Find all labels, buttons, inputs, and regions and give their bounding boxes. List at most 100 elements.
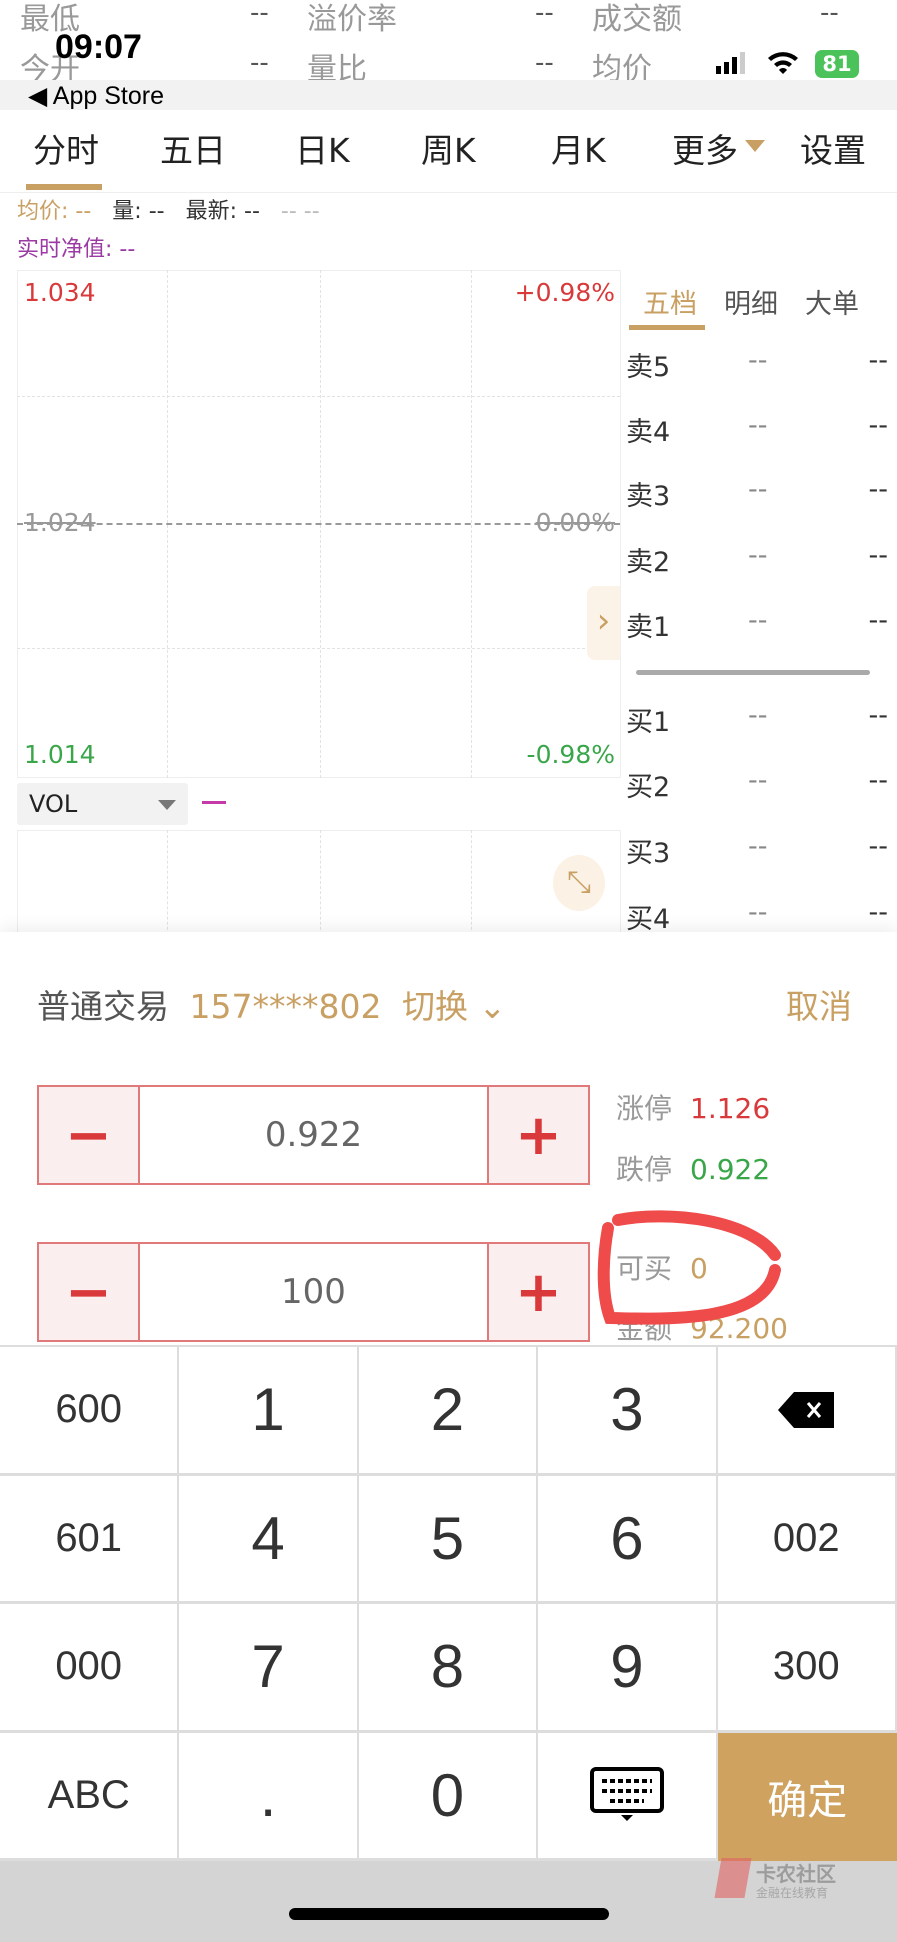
key-4[interactable]: 4 — [179, 1475, 359, 1604]
high-pct-label: +0.98% — [514, 278, 615, 307]
buy-row-1: 买1 -- -- — [626, 700, 888, 738]
sell-row-1: 卖1 -- -- — [626, 605, 888, 643]
sell-row-5: 卖5 -- -- — [626, 345, 888, 383]
tab-monthly-k[interactable]: 月K — [551, 124, 606, 172]
switch-account-button[interactable]: 切换 ⌄ — [402, 987, 506, 1026]
quote-label: 成交额 — [592, 2, 682, 37]
key-002[interactable]: 002 — [717, 1475, 897, 1604]
price-increase-button[interactable]: + — [489, 1087, 588, 1183]
vol-value: -- — [148, 199, 165, 224]
trade-mode: 普通交易 — [37, 987, 169, 1026]
numeric-keyboard: 600 1 2 3 601 4 5 6 002 000 7 8 9 300 AB… — [0, 1345, 897, 1861]
buy-row-2: 买2 -- -- — [626, 765, 888, 803]
vol-label: 量: — [112, 199, 142, 224]
home-indicator[interactable] — [289, 1908, 609, 1920]
key-6[interactable]: 6 — [538, 1475, 718, 1604]
limit-down: 跌停 0.922 — [616, 1153, 771, 1186]
tab-weekly-k[interactable]: 周K — [421, 124, 476, 172]
key-2[interactable]: 2 — [358, 1347, 539, 1476]
key-dot[interactable]: . — [179, 1732, 359, 1861]
prev-close-line — [17, 523, 620, 525]
tab-details[interactable]: 明细 — [724, 282, 778, 321]
buy-row-3: 买3 -- -- — [626, 831, 888, 869]
tab-intraday[interactable]: 分时 — [33, 124, 99, 172]
latest-value: -- — [244, 199, 260, 224]
hide-keyboard-key[interactable] — [538, 1732, 718, 1861]
quantity-stepper: − 100 + — [37, 1242, 590, 1342]
signal-icon — [716, 52, 746, 74]
more-dropdown-icon — [745, 140, 765, 152]
low-price-label: 1.014 — [24, 740, 96, 769]
key-3[interactable]: 3 — [538, 1347, 718, 1476]
key-7[interactable]: 7 — [179, 1604, 359, 1733]
expand-panel-chevron-icon[interactable]: › — [587, 586, 620, 660]
quote-value: -- — [250, 48, 269, 78]
nav-label: 实时净值: — [17, 237, 113, 262]
quote-value: -- — [535, 48, 554, 78]
quantity-decrease-button[interactable]: − — [39, 1244, 138, 1340]
key-8[interactable]: 8 — [358, 1604, 539, 1733]
volume-chart[interactable] — [17, 830, 621, 940]
backspace-icon — [778, 1391, 835, 1428]
fullscreen-icon[interactable]: ⤡ — [553, 855, 605, 911]
latest-change: -- -- — [280, 199, 320, 224]
tab-more[interactable]: 更多 — [672, 124, 738, 172]
chevron-down-icon: ⌄ — [478, 987, 507, 1026]
key-300[interactable]: 300 — [717, 1604, 897, 1733]
key-000[interactable]: 000 — [0, 1604, 180, 1733]
sell-row-3: 卖3 -- -- — [626, 474, 888, 512]
sell-row-2: 卖2 -- -- — [626, 540, 888, 578]
chevron-down-icon — [158, 800, 176, 810]
key-1[interactable]: 1 — [179, 1347, 359, 1476]
back-to-app-store[interactable]: ◀ App Store — [28, 81, 164, 111]
quantity-input[interactable]: 100 — [138, 1244, 489, 1340]
hand-drawn-circle-annotation — [597, 1210, 781, 1325]
tab-daily-k[interactable]: 日K — [295, 124, 350, 172]
key-0[interactable]: 0 — [358, 1732, 539, 1861]
vol-legend-mark — [202, 801, 226, 804]
indicator-value: VOL — [29, 790, 78, 818]
chart-legend: 均价: -- 量: -- 最新: -- -- -- — [17, 193, 320, 225]
trade-header: 普通交易 157****802 切换 ⌄ — [37, 980, 506, 1028]
key-9[interactable]: 9 — [538, 1604, 718, 1733]
active-tab-indicator — [26, 184, 102, 190]
account-number: 157****802 — [189, 987, 382, 1026]
buy-row-4: 买4 -- -- — [626, 897, 888, 935]
orderbook-tab-indicator — [629, 325, 705, 330]
quote-value: -- — [535, 0, 554, 28]
sell-row-4: 卖4 -- -- — [626, 410, 888, 448]
tab-big-orders[interactable]: 大单 — [805, 282, 859, 321]
quantity-increase-button[interactable]: + — [489, 1244, 588, 1340]
keyboard-hide-icon — [589, 1767, 664, 1822]
limit-up: 涨停 1.126 — [616, 1092, 771, 1125]
mid-price-label: 1.024 — [24, 508, 96, 537]
key-600[interactable]: 600 — [0, 1347, 180, 1476]
quote-value: -- — [820, 0, 839, 28]
latest-label: 最新: — [185, 199, 238, 224]
tab-settings[interactable]: 设置 — [800, 124, 866, 172]
price-input[interactable]: 0.922 — [138, 1087, 489, 1183]
orderbook-divider — [636, 670, 870, 675]
mid-pct-label: 0.00% — [535, 508, 615, 537]
high-price-label: 1.034 — [24, 278, 96, 307]
indicator-select[interactable]: VOL — [17, 783, 188, 825]
key-601[interactable]: 601 — [0, 1475, 180, 1604]
battery-icon: 81 — [815, 50, 859, 78]
wifi-icon — [766, 48, 800, 80]
key-5[interactable]: 5 — [358, 1475, 539, 1604]
avg-label: 均价: — [17, 199, 69, 224]
price-decrease-button[interactable]: − — [39, 1087, 138, 1183]
confirm-button[interactable]: 确定 — [717, 1732, 897, 1861]
avg-value: -- — [75, 199, 92, 224]
tab-five-day[interactable]: 五日 — [160, 124, 226, 172]
tab-five-levels[interactable]: 五档 — [643, 282, 697, 321]
quote-label: 溢价率 — [307, 2, 397, 37]
key-abc[interactable]: ABC — [0, 1732, 180, 1861]
status-time: 09:07 — [55, 28, 142, 66]
quote-value: -- — [250, 0, 269, 28]
backspace-key[interactable] — [717, 1347, 897, 1476]
watermark-logo: 卡农社区 金融在线教育 — [714, 1858, 838, 1908]
cancel-button[interactable]: 取消 — [786, 980, 852, 1028]
nav-value: -- — [119, 237, 136, 262]
price-stepper: − 0.922 + — [37, 1085, 590, 1185]
